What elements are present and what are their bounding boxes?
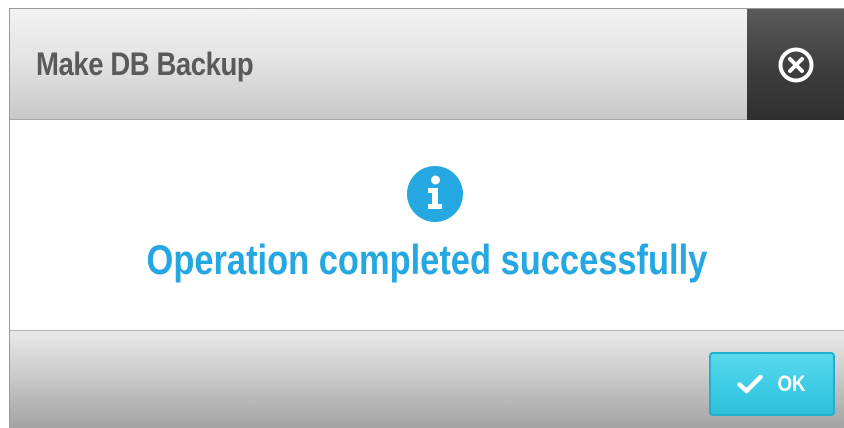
status-message: Operation completed successfully — [10, 232, 844, 288]
dialog-footer: OK — [10, 331, 844, 428]
dialog: Make DB Backup Operation completed succe… — [9, 8, 844, 428]
close-circle-icon — [778, 47, 813, 82]
ok-button[interactable]: OK — [709, 352, 835, 416]
close-button[interactable] — [747, 9, 844, 120]
ok-button-label: OK — [776, 371, 806, 396]
info-icon — [407, 166, 463, 222]
checkmark-icon — [736, 374, 763, 394]
dialog-titlebar: Make DB Backup — [10, 9, 844, 120]
dialog-content: Operation completed successfully — [10, 120, 844, 331]
status-message-text: Operation completed successfully — [146, 236, 708, 283]
dialog-title: Make DB Backup — [36, 46, 254, 82]
